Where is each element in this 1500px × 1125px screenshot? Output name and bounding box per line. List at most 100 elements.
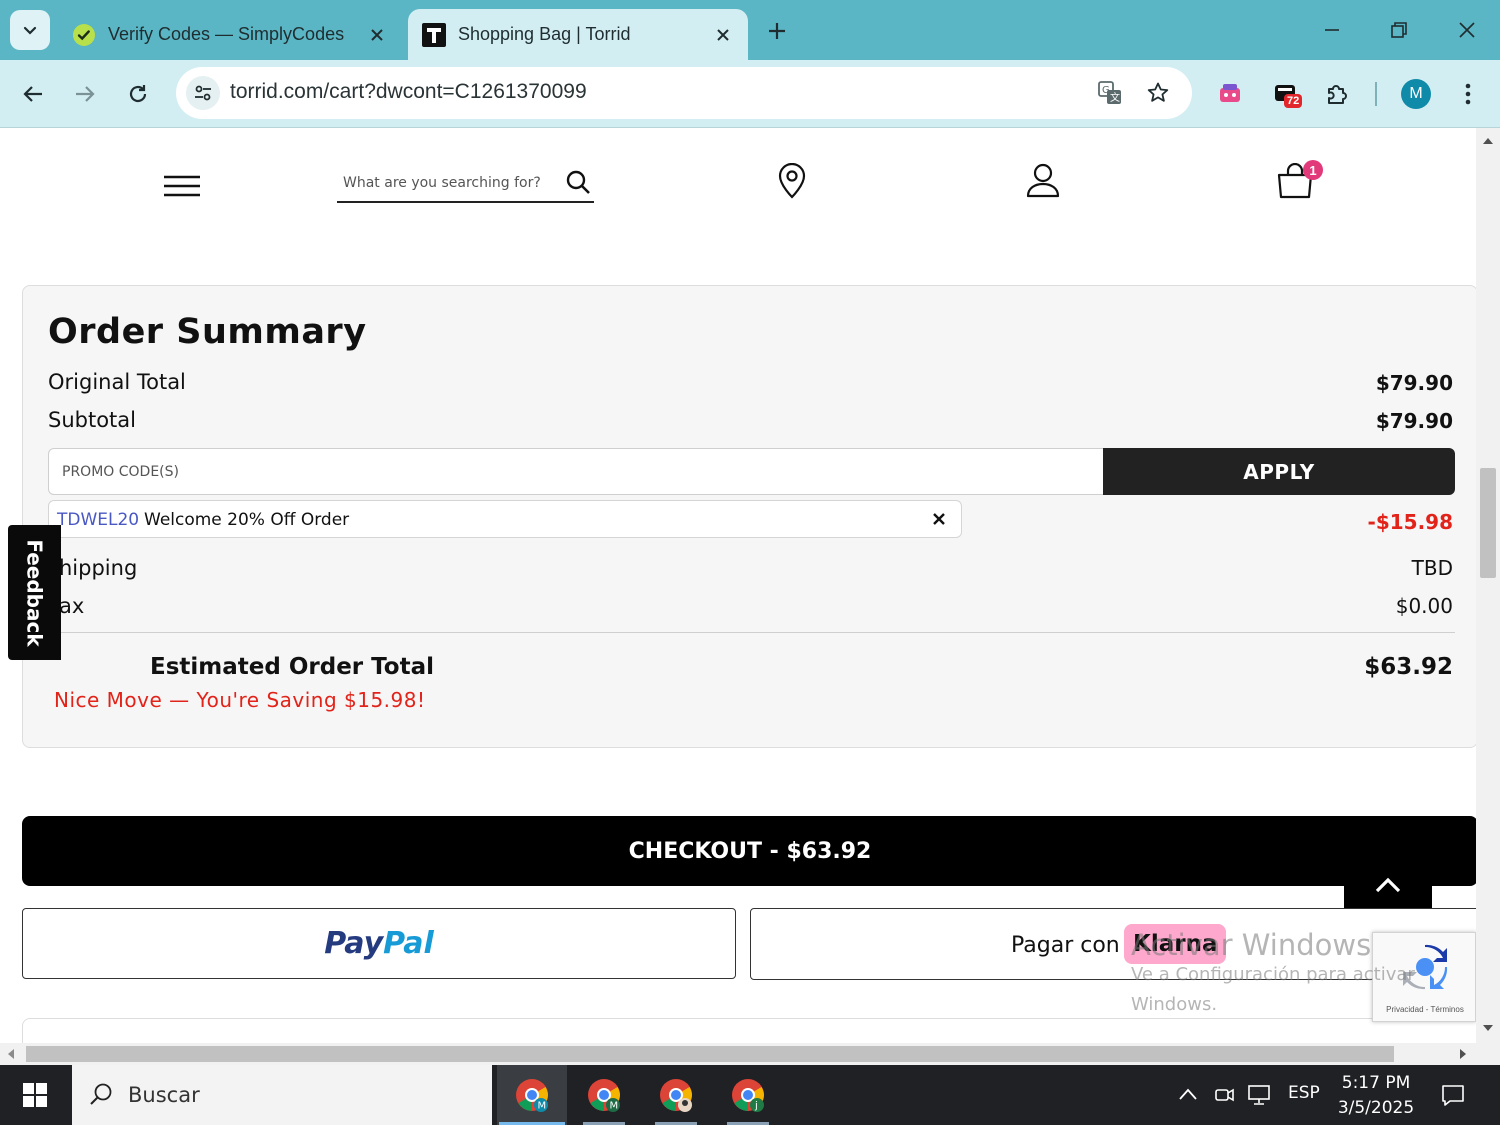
clock-date: 3/5/2025: [1337, 1098, 1415, 1118]
tab-torrid[interactable]: Shopping Bag | Torrid: [408, 9, 748, 60]
windows-taskbar: Buscar M M j ESP 5:17 PM 3/5/2025: [0, 1065, 1500, 1125]
vertical-scroll-thumb[interactable]: [1480, 468, 1496, 578]
clock-time: 5:17 PM: [1341, 1073, 1411, 1093]
notifications-icon[interactable]: [1440, 1083, 1466, 1107]
estimated-total-value: $63.92: [1364, 654, 1453, 680]
taskbar-clock[interactable]: 5:17 PM 3/5/2025: [1330, 1071, 1422, 1121]
plus-icon: [769, 23, 785, 39]
site-search: [337, 163, 594, 203]
forward-button[interactable]: [65, 74, 105, 114]
account-icon[interactable]: [1025, 162, 1061, 198]
bookmark-star-icon[interactable]: [1144, 79, 1172, 107]
scroll-up-arrow-icon[interactable]: [1482, 136, 1494, 146]
restore-button[interactable]: [1381, 12, 1417, 48]
recaptcha-badge[interactable]: Privacidad - Términos: [1372, 932, 1476, 1022]
taskbar-search-label: Buscar: [128, 1083, 200, 1107]
translate-icon[interactable]: G文: [1096, 79, 1124, 107]
meet-now-icon[interactable]: [1212, 1083, 1236, 1107]
tab-search-button[interactable]: [10, 10, 50, 50]
svg-text:M: M: [538, 1101, 547, 1112]
klarna-pay-text: Pagar con: [1011, 933, 1120, 958]
subtotal-label: Subtotal: [48, 408, 136, 432]
minimize-button[interactable]: [1314, 12, 1350, 48]
order-summary-card: Order Summary Original Total $79.90 Subt…: [22, 285, 1476, 748]
promo-description: Welcome 20% Off Order: [144, 510, 350, 530]
checkout-button[interactable]: CHECKOUT - $63.92: [22, 816, 1476, 886]
paypal-button[interactable]: PayPal: [22, 908, 736, 979]
scroll-down-arrow-icon[interactable]: [1482, 1023, 1494, 1033]
toolbar-separator: [1375, 82, 1377, 106]
promo-code-field: [48, 448, 1104, 495]
taskbar-chrome-app[interactable]: [641, 1065, 711, 1125]
scroll-left-arrow-icon[interactable]: [6, 1048, 16, 1060]
original-total-value: $79.90: [1375, 371, 1453, 395]
input-language[interactable]: ESP: [1288, 1083, 1320, 1103]
recaptcha-terms[interactable]: Privacidad - Términos: [1373, 1005, 1477, 1014]
tab-title: Verify Codes — SimplyCodes: [108, 24, 345, 44]
taskbar-chrome-app[interactable]: M: [497, 1065, 567, 1125]
extension-badge: 72: [1284, 94, 1303, 108]
close-window-button[interactable]: [1449, 12, 1485, 48]
remove-promo-button[interactable]: [929, 509, 949, 529]
promo-code-text: TDWEL20: [57, 510, 140, 530]
savings-message: Nice Move — You're Saving $15.98!: [54, 688, 426, 712]
browser-menu-icon[interactable]: [1450, 76, 1486, 112]
cart-count-badge: 1: [1303, 160, 1323, 180]
order-summary-title: Order Summary: [48, 312, 367, 352]
estimated-total-label: Estimated Order Total: [150, 654, 434, 680]
chevron-up-icon: [1375, 877, 1401, 893]
new-tab-button[interactable]: [762, 16, 792, 46]
shipping-label: hipping: [59, 556, 138, 580]
klarna-button[interactable]: Pagar con Klarna: [750, 908, 1476, 980]
scrollbar-corner: [1476, 1043, 1500, 1065]
tax-value: $0.00: [1395, 594, 1453, 618]
chrome-icon: j: [732, 1079, 764, 1112]
hamburger-menu-icon[interactable]: [162, 174, 202, 198]
feedback-label: Feedback: [22, 538, 47, 647]
taskbar-chrome-app[interactable]: M: [569, 1065, 639, 1125]
simplycodes-icon: [72, 23, 96, 47]
network-icon[interactable]: [1246, 1083, 1272, 1107]
vertical-scrollbar[interactable]: [1476, 128, 1500, 1043]
chevron-down-icon: [23, 26, 37, 35]
scroll-right-arrow-icon[interactable]: [1458, 1048, 1468, 1060]
store-locator-icon[interactable]: [776, 163, 808, 199]
restore-icon: [1391, 22, 1407, 38]
apply-promo-button[interactable]: APPLY: [1103, 448, 1455, 495]
coupon-extension-icon[interactable]: 72: [1268, 76, 1304, 112]
browser-tab-bar: Verify Codes — SimplyCodes Shopping Bag …: [0, 0, 1500, 60]
close-tab-icon[interactable]: [712, 24, 734, 46]
klarna-logo: Klarna: [1124, 924, 1227, 964]
chrome-icon: M: [516, 1079, 548, 1112]
address-bar[interactable]: torrid.com/cart?dwcont=C1261370099 G文: [176, 67, 1192, 119]
close-tab-icon[interactable]: [366, 24, 388, 46]
reload-button[interactable]: [118, 74, 158, 114]
extensions-puzzle-icon[interactable]: [1319, 76, 1355, 112]
paypal-logo: PayPal: [324, 926, 434, 961]
tab-simplycodes[interactable]: Verify Codes — SimplyCodes: [58, 9, 402, 60]
horizontal-scroll-thumb[interactable]: [26, 1046, 1394, 1062]
url-text[interactable]: torrid.com/cart?dwcont=C1261370099: [230, 80, 587, 104]
windows-logo-icon: [23, 1083, 47, 1107]
arrow-right-icon: [76, 86, 95, 102]
browser-toolbar: torrid.com/cart?dwcont=C1261370099 G文 72: [0, 60, 1500, 128]
search-input[interactable]: [343, 171, 557, 195]
shipping-value: TBD: [1411, 556, 1453, 580]
torrid-icon: [422, 22, 446, 47]
feedback-tab[interactable]: Feedback: [8, 525, 61, 660]
start-button[interactable]: [0, 1065, 70, 1125]
original-total-label: Original Total: [48, 370, 186, 394]
search-icon: [90, 1083, 112, 1105]
horizontal-scrollbar[interactable]: [0, 1043, 1476, 1065]
search-icon[interactable]: [565, 169, 591, 195]
site-info-button[interactable]: [186, 76, 220, 110]
subtotal-value: $79.90: [1375, 409, 1453, 433]
taskbar-chrome-app[interactable]: j: [713, 1065, 783, 1125]
promo-code-input[interactable]: [49, 449, 1104, 494]
taskbar-search[interactable]: Buscar: [72, 1065, 492, 1125]
show-hidden-icons-icon[interactable]: [1178, 1087, 1198, 1101]
back-button[interactable]: [13, 74, 53, 114]
profile-avatar[interactable]: M: [1401, 79, 1431, 109]
shopping-extension-icon[interactable]: [1212, 76, 1248, 112]
minimize-icon: [1325, 29, 1339, 31]
